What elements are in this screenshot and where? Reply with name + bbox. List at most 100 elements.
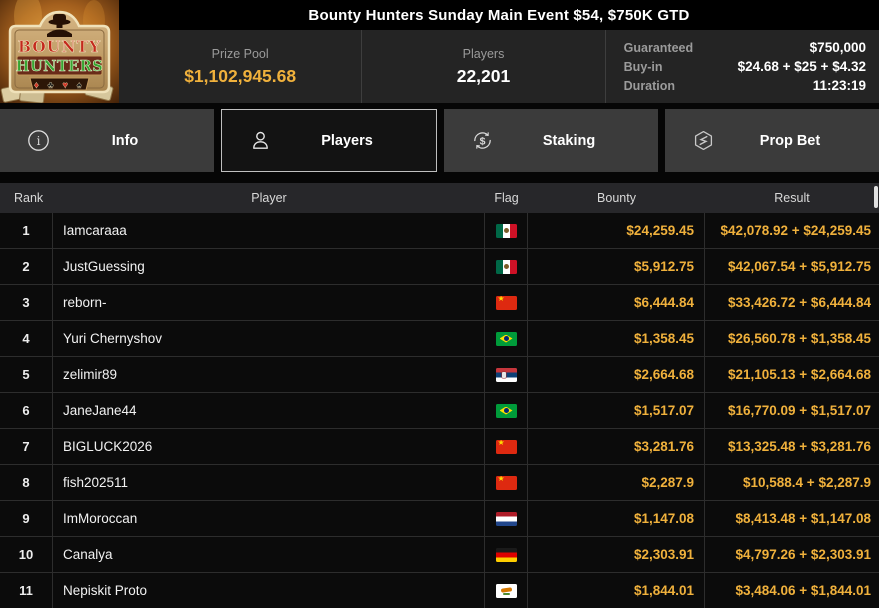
player-name: ImMoroccan <box>53 501 485 536</box>
rank-cell: 6 <box>0 393 53 428</box>
flag-cell <box>485 321 528 356</box>
bounty-value: $3,281.76 <box>528 429 705 464</box>
flag-cell <box>485 213 528 248</box>
bounty-value: $2,287.9 <box>528 465 705 500</box>
bounty-value: $24,259.45 <box>528 213 705 248</box>
column-header-result: Result <box>774 191 810 205</box>
player-name: BIGLUCK2026 <box>53 429 485 464</box>
tab-bar: i Info Players $ Staking Prop Bet <box>0 109 879 172</box>
column-header-player: Player <box>251 191 287 205</box>
bounty-value: $2,303.91 <box>528 537 705 572</box>
table-header: Rank Player Flag Bounty Result <box>0 183 879 213</box>
tab-label-info: Info <box>111 132 139 149</box>
rank-cell: 7 <box>0 429 53 464</box>
detail-row-duration: Duration 11:23:19 <box>624 78 866 93</box>
players-value: 22,201 <box>456 65 511 86</box>
result-value: $42,067.54 + $5,912.75 <box>727 259 871 274</box>
prize-pool-stat: Prize Pool $1,102,945.68 <box>119 30 361 103</box>
detail-row-guaranteed: Guaranteed $750,000 <box>624 40 866 55</box>
flag-cell <box>485 573 528 608</box>
tournament-title: Bounty Hunters Sunday Main Event $54, $7… <box>308 6 690 24</box>
bounty-hunters-logo-art: BOUNTY HUNTERS ♦ ♣ ♥ ♠ <box>0 0 119 103</box>
buyin-value: $24.68 + $25 + $4.32 <box>737 59 866 74</box>
rank-cell: 5 <box>0 357 53 392</box>
svg-text:i: i <box>36 134 40 148</box>
bounty-value: $6,444.84 <box>528 285 705 320</box>
flag-cell <box>485 285 528 320</box>
flag-cell <box>485 357 528 392</box>
player-name: reborn- <box>53 285 485 320</box>
country-flag-icon <box>495 259 517 274</box>
rank-cell: 4 <box>0 321 53 356</box>
table-row[interactable]: 11 Nepiskit Proto $1,844.01 $3,484.06 + … <box>0 573 879 608</box>
buyin-label: Buy-in <box>623 60 663 74</box>
bounty-value: $1,844.01 <box>528 573 705 608</box>
result-value: $33,426.72 + $6,444.84 <box>727 295 871 310</box>
table-row[interactable]: 4 Yuri Chernyshov $1,358.45 $26,560.78 +… <box>0 321 879 357</box>
tournament-window: BOUNTY HUNTERS ♦ ♣ ♥ ♠ Bounty Hunters Su… <box>0 0 879 608</box>
flag-cell <box>485 501 528 536</box>
svg-text:$: $ <box>479 135 485 147</box>
tournament-details: Guaranteed $750,000 Buy-in $24.68 + $25 … <box>604 30 879 103</box>
detail-row-buyin: Buy-in $24.68 + $25 + $4.32 <box>624 59 866 74</box>
scrollbar-thumb[interactable] <box>874 186 878 208</box>
tab-prop-bet[interactable]: Prop Bet <box>665 109 879 172</box>
header: BOUNTY HUNTERS ♦ ♣ ♥ ♠ Bounty Hunters Su… <box>0 0 879 103</box>
logo-text-hunters: HUNTERS <box>16 58 103 75</box>
rank-cell: 2 <box>0 249 53 284</box>
tab-staking[interactable]: $ Staking <box>444 109 658 172</box>
bounty-value: $1,147.08 <box>528 501 705 536</box>
player-name: JustGuessing <box>53 249 485 284</box>
table-row[interactable]: 9 ImMoroccan $1,147.08 $8,413.48 + $1,14… <box>0 501 879 537</box>
tab-label-prop-bet: Prop Bet <box>759 132 821 149</box>
country-flag-icon <box>495 223 517 238</box>
table-row[interactable]: 1 Iamcaraaa $24,259.45 $42,078.92 + $24,… <box>0 213 879 249</box>
table-row[interactable]: 3 reborn- $6,444.84 $33,426.72 + $6,444.… <box>0 285 879 321</box>
prize-pool-value: $1,102,945.68 <box>184 65 297 86</box>
title-bar: Bounty Hunters Sunday Main Event $54, $7… <box>119 0 879 30</box>
flag-cell <box>485 465 528 500</box>
players-icon <box>248 129 272 153</box>
prize-pool-label: Prize Pool <box>211 46 269 61</box>
info-icon: i <box>26 129 50 153</box>
players-stat: Players 22,201 <box>361 30 604 103</box>
table-row[interactable]: 2 JustGuessing $5,912.75 $42,067.54 + $5… <box>0 249 879 285</box>
bounty-value: $5,912.75 <box>528 249 705 284</box>
tab-label-players: Players <box>321 132 373 149</box>
table-body: 1 Iamcaraaa $24,259.45 $42,078.92 + $24,… <box>0 213 879 608</box>
table-row[interactable]: 6 JaneJane44 $1,517.07 $16,770.09 + $1,5… <box>0 393 879 429</box>
bounty-value: $2,664.68 <box>528 357 705 392</box>
duration-value: 11:23:19 <box>812 78 866 93</box>
player-name: fish202511 <box>53 465 485 500</box>
player-name: Nepiskit Proto <box>53 573 485 608</box>
table-row[interactable]: 7 BIGLUCK2026 $3,281.76 $13,325.48 + $3,… <box>0 429 879 465</box>
rank-cell: 3 <box>0 285 53 320</box>
player-name: Yuri Chernyshov <box>53 321 485 356</box>
country-flag-icon <box>495 511 517 526</box>
country-flag-icon <box>495 331 517 346</box>
country-flag-icon <box>495 403 517 418</box>
table-row[interactable]: 8 fish202511 $2,287.9 $10,588.4 + $2,287… <box>0 465 879 501</box>
country-flag-icon <box>495 367 517 382</box>
column-header-rank: Rank <box>14 191 44 205</box>
rank-cell: 1 <box>0 213 53 248</box>
bounty-hunters-logo: BOUNTY HUNTERS ♦ ♣ ♥ ♠ <box>0 0 119 103</box>
rank-cell: 8 <box>0 465 53 500</box>
table-row[interactable]: 10 Canalya $2,303.91 $4,797.26 + $2,303.… <box>0 537 879 573</box>
result-value: $3,484.06 + $1,844.01 <box>735 583 871 598</box>
result-value: $10,588.4 + $2,287.9 <box>743 475 871 490</box>
rank-cell: 10 <box>0 537 53 572</box>
country-flag-icon <box>495 547 517 562</box>
tab-info[interactable]: i Info <box>0 109 214 172</box>
tab-label-staking: Staking <box>542 132 596 149</box>
flag-cell <box>485 393 528 428</box>
result-value: $4,797.26 + $2,303.91 <box>735 547 871 562</box>
player-name: Iamcaraaa <box>53 213 485 248</box>
duration-label: Duration <box>623 79 676 93</box>
table-row[interactable]: 5 zelimir89 $2,664.68 $21,105.13 + $2,66… <box>0 357 879 393</box>
tab-players[interactable]: Players <box>221 109 437 172</box>
guaranteed-label: Guaranteed <box>623 41 694 55</box>
column-header-flag: Flag <box>494 191 519 205</box>
country-flag-icon <box>495 439 517 454</box>
flag-cell <box>485 249 528 284</box>
